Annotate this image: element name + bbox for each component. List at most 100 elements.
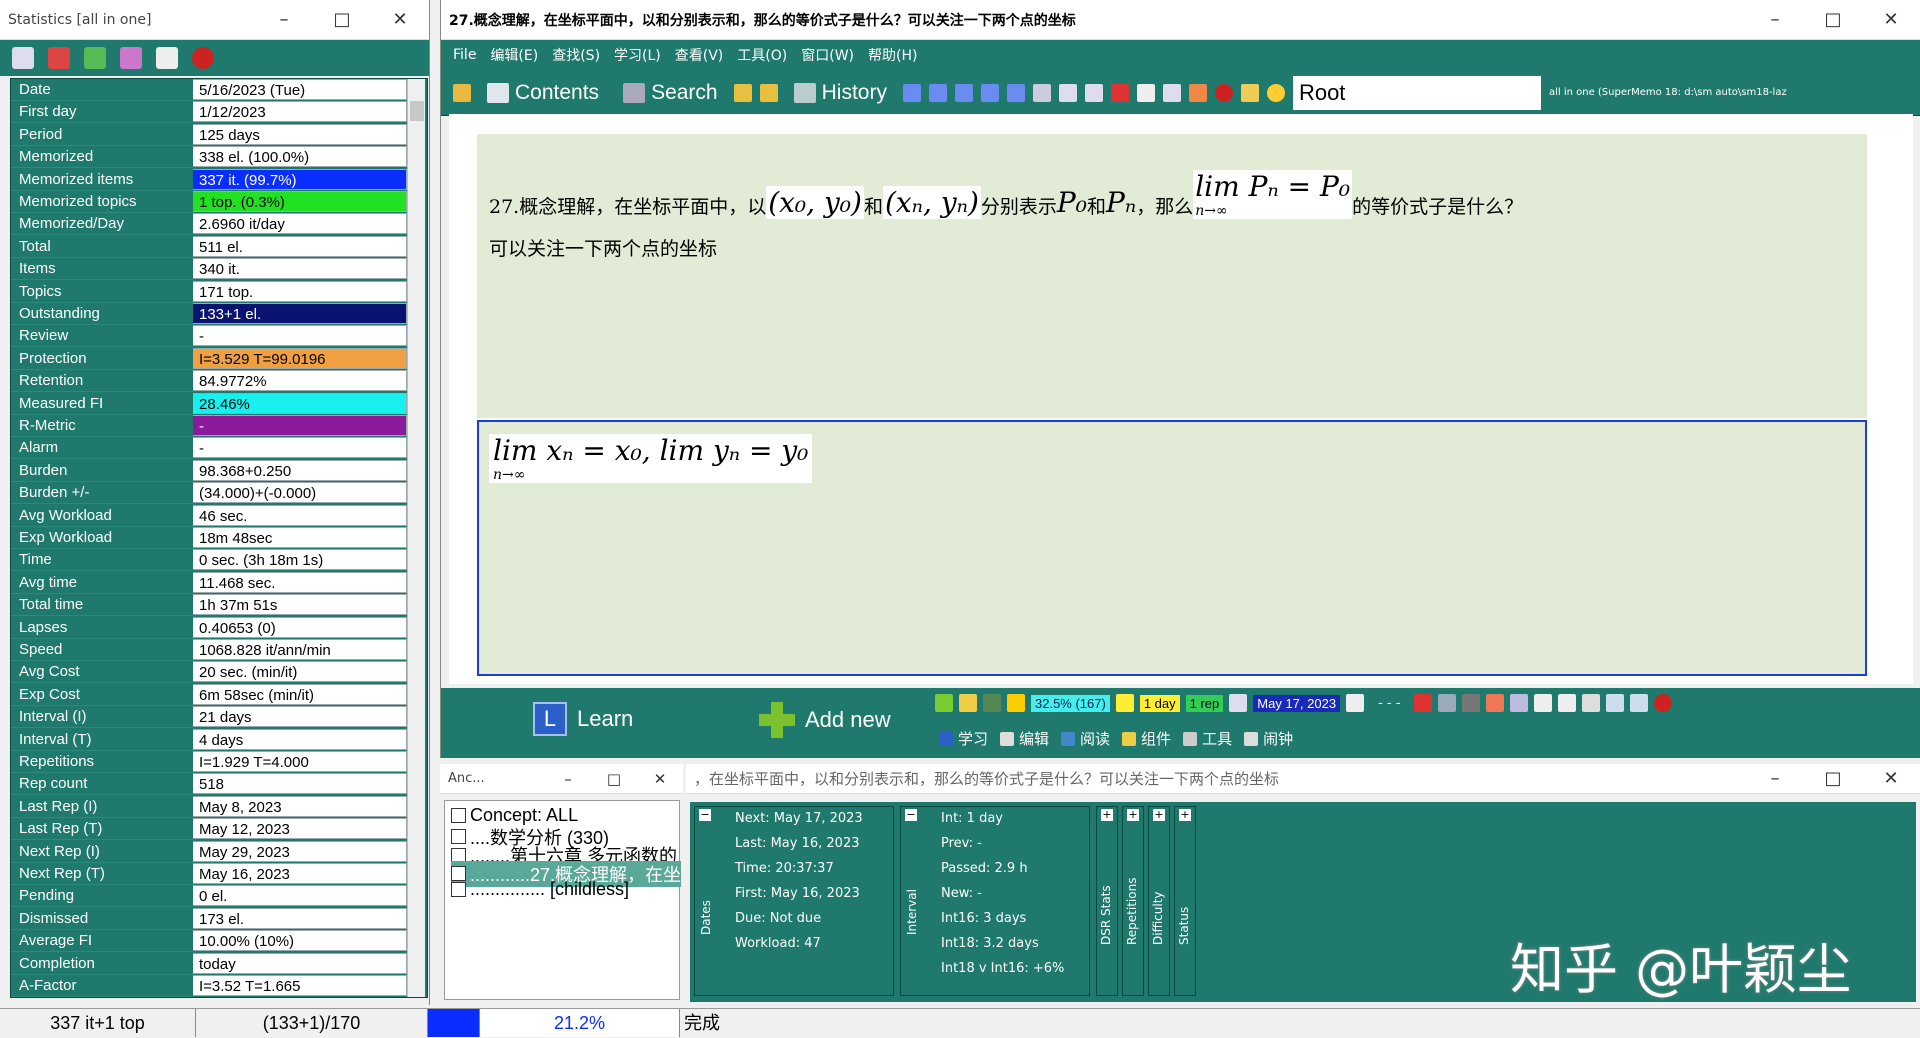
bottom-tab[interactable]: 工具 xyxy=(1183,728,1232,749)
collapse-toggle[interactable]: − xyxy=(905,809,917,821)
stat-row[interactable]: Burden +/- (34.000)+(-0.000) xyxy=(11,482,407,505)
help-icon[interactable] xyxy=(1654,694,1673,712)
learn-button[interactable]: L Learn xyxy=(533,702,633,736)
prev-icon[interactable] xyxy=(928,83,947,102)
priority-indicator[interactable]: 32.5% (167) xyxy=(1031,694,1110,712)
minimize-button[interactable]: – xyxy=(545,770,591,788)
history-button[interactable]: History xyxy=(786,81,895,105)
minimize-button[interactable]: – xyxy=(1746,768,1804,789)
level-icon[interactable] xyxy=(1007,694,1025,712)
status-panel[interactable]: + Status xyxy=(1174,806,1196,996)
paste-icon[interactable] xyxy=(1558,694,1577,712)
minimize-button[interactable]: – xyxy=(255,9,313,30)
copy-icon[interactable] xyxy=(1534,694,1553,712)
repetition-indicator[interactable]: 1 rep xyxy=(1185,694,1224,712)
stat-row[interactable]: Protection I=3.529 T=99.0196 xyxy=(11,347,407,370)
answer-box[interactable]: lim xₙ = x₀, lim yₙ = y₀ n→∞ xyxy=(477,420,1867,676)
lightbulb-icon[interactable] xyxy=(1266,83,1285,102)
first-icon[interactable] xyxy=(902,83,921,102)
stat-row[interactable]: Completion today xyxy=(11,952,407,975)
collapse-toggle[interactable]: − xyxy=(699,809,711,821)
last-icon[interactable] xyxy=(1006,83,1025,102)
expand-toggle[interactable]: + xyxy=(1127,809,1139,821)
find-icon[interactable] xyxy=(1032,83,1051,102)
mail-icon[interactable] xyxy=(1136,83,1155,102)
stat-row[interactable]: Interval (T) 4 days xyxy=(11,728,407,751)
stat-row[interactable]: Speed 1068.828 it/ann/min xyxy=(11,639,407,661)
next-date-indicator[interactable]: May 17, 2023 xyxy=(1253,694,1341,712)
menu-item[interactable]: 窗口(W) xyxy=(801,45,854,65)
stat-row[interactable]: Repetitions I=1.929 T=4.000 xyxy=(11,751,407,773)
question-box[interactable]: 27.概念理解，在坐标平面中，以 (x₀, y₀) 和 (xₙ, yₙ) 分别表… xyxy=(477,134,1867,418)
stat-row[interactable]: Date 5/16/2023 (Tue) xyxy=(11,79,407,101)
expand-toggle[interactable]: + xyxy=(1179,809,1191,821)
stat-row[interactable]: Average FI 10.00% (10%) xyxy=(11,930,407,953)
help-icon[interactable] xyxy=(192,47,214,69)
reader-icon[interactable] xyxy=(1084,83,1103,102)
dsr-stats-panel[interactable]: + DSR Stats xyxy=(1096,806,1118,996)
dictionary-icon[interactable] xyxy=(1058,83,1077,102)
checkbox[interactable] xyxy=(451,882,466,897)
clipboard-icon[interactable] xyxy=(1582,694,1601,712)
stat-row[interactable]: Burden 98.368+0.250 xyxy=(11,459,407,482)
maximize-button[interactable]: □ xyxy=(591,770,637,788)
stat-row[interactable]: Next Rep (I) May 29, 2023 xyxy=(11,840,407,863)
tree-icon[interactable] xyxy=(1462,694,1481,712)
delete-icon[interactable] xyxy=(1414,694,1433,712)
stat-row[interactable]: Rep count 518 xyxy=(11,773,407,796)
registry-icon[interactable] xyxy=(1438,694,1457,712)
interval-indicator[interactable]: 1 day xyxy=(1139,694,1180,712)
menu-item[interactable]: 帮助(H) xyxy=(868,45,917,65)
back-arrow-icon[interactable] xyxy=(733,83,752,102)
menu-item[interactable]: File xyxy=(453,47,476,63)
bottom-tab[interactable]: 闹钟 xyxy=(1244,728,1293,749)
bottom-tab[interactable]: 编辑 xyxy=(1000,728,1049,749)
stat-row[interactable]: Avg Cost 20 sec. (min/it) xyxy=(11,661,407,684)
maximize-button[interactable]: □ xyxy=(1804,9,1862,30)
globe-icon[interactable] xyxy=(84,47,106,69)
expand-toggle[interactable]: + xyxy=(1101,809,1113,821)
menu-item[interactable]: 学习(L) xyxy=(614,45,661,65)
calendar-icon[interactable] xyxy=(1346,694,1365,712)
stat-row[interactable]: Exp Cost 6m 58sec (min/it) xyxy=(11,683,407,706)
stat-row[interactable]: Last Rep (I) May 8, 2023 xyxy=(11,795,407,818)
stat-row[interactable]: Interval (I) 21 days xyxy=(11,706,407,729)
window-icon[interactable] xyxy=(156,47,178,69)
list-icon[interactable] xyxy=(12,47,34,69)
stat-row[interactable]: A-Factor I=3.52 T=1.665 xyxy=(11,975,407,997)
lightbulb-icon[interactable] xyxy=(1115,694,1134,712)
stat-row[interactable]: Items 340 it. xyxy=(11,258,407,281)
stat-row[interactable]: Memorized items 337 it. (99.7%) xyxy=(11,168,407,191)
folder-icon[interactable] xyxy=(453,83,471,102)
stat-row[interactable]: Last Rep (T) May 12, 2023 xyxy=(11,818,407,841)
bottom-tab[interactable]: 学习 xyxy=(939,728,988,749)
stat-row[interactable]: Dismissed 173 el. xyxy=(11,907,407,930)
close-button[interactable]: ✕ xyxy=(637,770,683,788)
stat-row[interactable]: Avg Workload 46 sec. xyxy=(11,504,407,527)
topic-icon[interactable] xyxy=(935,694,953,712)
search-button[interactable]: Search xyxy=(615,81,726,105)
stat-row[interactable]: Exp Workload 18m 48sec xyxy=(11,527,407,549)
google-icon[interactable] xyxy=(1110,83,1129,102)
close-button[interactable]: ✕ xyxy=(371,9,429,30)
checkbox[interactable] xyxy=(451,808,466,823)
stat-row[interactable]: Alarm - xyxy=(11,437,407,460)
stat-row[interactable]: Topics 171 top. xyxy=(11,280,407,303)
menu-item[interactable]: 编辑(E) xyxy=(490,45,538,65)
difficulty-panel[interactable]: + Difficulty xyxy=(1148,806,1170,996)
expand-toggle[interactable]: + xyxy=(1153,809,1165,821)
bottom-tab[interactable]: 阅读 xyxy=(1061,728,1110,749)
stat-row[interactable]: Total 511 el. xyxy=(11,235,407,258)
stat-row[interactable]: Lapses 0.40653 (0) xyxy=(11,616,407,639)
close-button[interactable]: ✕ xyxy=(1862,9,1920,30)
stat-row[interactable]: R-Metric - xyxy=(11,415,407,437)
stat-row[interactable]: First day 1/12/2023 xyxy=(11,101,407,124)
stat-row[interactable]: Outstanding 133+1 el. xyxy=(11,303,407,325)
image-icon[interactable] xyxy=(1486,694,1505,712)
menu-item[interactable]: 工具(O) xyxy=(737,45,787,65)
menu-item[interactable]: 查看(V) xyxy=(675,45,724,65)
stat-row[interactable]: Period 125 days xyxy=(11,123,407,146)
calendar-icon[interactable] xyxy=(1229,694,1248,712)
stat-row[interactable]: Retention 84.9772% xyxy=(11,370,407,393)
reference-icon[interactable] xyxy=(959,694,977,712)
